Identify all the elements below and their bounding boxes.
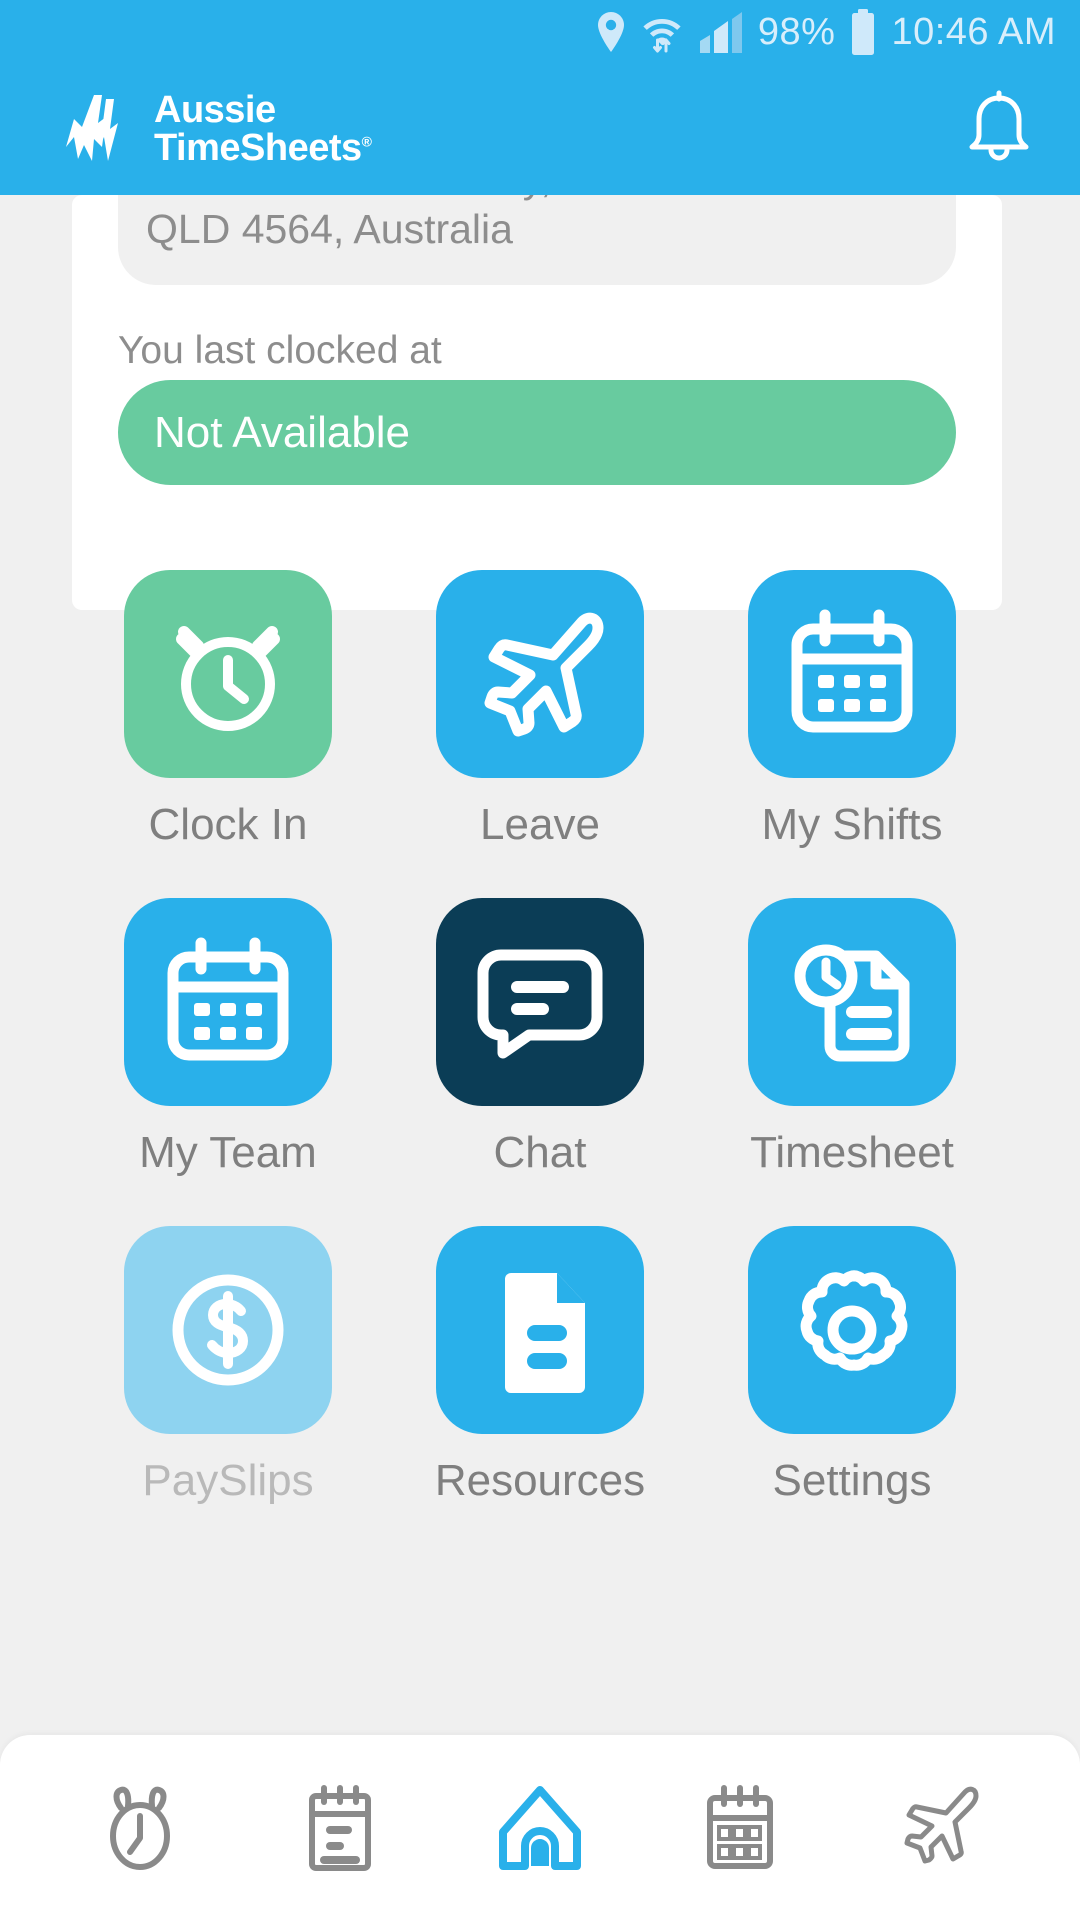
dollar-coin-icon: [161, 1263, 295, 1397]
chat-bubble-icon: [473, 935, 607, 1069]
nav-item-home[interactable]: [470, 1768, 610, 1888]
tile-label: Clock In: [148, 800, 308, 849]
tile-icon-box: [748, 1226, 956, 1434]
tile-resources[interactable]: Resources: [384, 1226, 696, 1506]
airplane-icon: [470, 604, 610, 744]
last-clocked-pill[interactable]: Not Available: [118, 380, 956, 485]
wifi-icon: [640, 10, 684, 54]
signal-bars-icon: [698, 11, 744, 53]
clock-document-icon: [784, 934, 920, 1070]
tile-label: Settings: [772, 1456, 932, 1505]
bell-icon[interactable]: [962, 90, 1036, 170]
logo-mark-icon: [58, 89, 140, 171]
tile-settings[interactable]: Settings: [696, 1226, 1008, 1506]
last-clocked-label: You last clocked at: [118, 329, 442, 372]
tile-my-team[interactable]: My Team: [72, 898, 384, 1178]
nav-item-clock[interactable]: [70, 1768, 210, 1888]
feature-grid: Clock In Leave My Shifts My Team Chat Ti…: [0, 570, 1080, 1506]
clipboard-icon: [304, 1784, 376, 1872]
alarm-clock-icon: [162, 608, 294, 740]
calendar-icon: [702, 1784, 778, 1872]
tile-icon-box: [748, 570, 956, 778]
nav-item-calendar[interactable]: [670, 1768, 810, 1888]
tile-my-shifts[interactable]: My Shifts: [696, 570, 1008, 850]
gear-icon: [784, 1262, 920, 1398]
tile-label: My Team: [139, 1128, 317, 1177]
brand-line-one: Aussie: [154, 89, 276, 132]
status-card: 3/852 David Low Way, Pacific Paradise QL…: [72, 135, 1002, 610]
clock-time-label: 10:46 AM: [891, 10, 1056, 53]
brand-trademark: ®: [361, 132, 372, 149]
tile-leave[interactable]: Leave: [384, 570, 696, 850]
tile-icon-box: [436, 898, 644, 1106]
tile-icon-box: [124, 570, 332, 778]
status-bar: 98% 10:46 AM: [0, 0, 1080, 64]
brand-line-two: TimeSheets®: [154, 126, 372, 169]
calendar-icon: [785, 607, 919, 741]
location-pin-icon: [596, 11, 626, 53]
tile-icon-box: [436, 1226, 644, 1434]
tile-label: Chat: [493, 1128, 587, 1177]
scroll-content: 3/852 David Low Way, Pacific Paradise QL…: [0, 135, 1080, 1920]
tile-chat[interactable]: Chat: [384, 898, 696, 1178]
tile-label: Leave: [480, 800, 600, 849]
tile-payslips[interactable]: PaySlips: [72, 1226, 384, 1506]
tile-icon-box: [436, 570, 644, 778]
tile-label: My Shifts: [761, 800, 943, 849]
battery-percent-label: 98%: [757, 10, 836, 53]
battery-icon: [849, 9, 877, 55]
bottom-navigation: [0, 1735, 1080, 1920]
tile-label: Resources: [434, 1456, 646, 1505]
tile-icon-box: [124, 898, 332, 1106]
brand-logo: Aussie TimeSheets®: [58, 89, 372, 171]
document-icon: [473, 1263, 607, 1397]
calendar-icon: [161, 935, 295, 1069]
tile-icon-box: [124, 1226, 332, 1434]
airplane-icon: [897, 1784, 983, 1872]
tile-label: Timesheet: [750, 1128, 954, 1177]
tile-label: PaySlips: [142, 1456, 314, 1505]
tile-icon-box: [748, 898, 956, 1106]
app-root: 98% 10:46 AM Aussie TimeSheets® QLD 4564…: [0, 0, 1080, 1920]
app-header: Aussie TimeSheets®: [0, 64, 1080, 195]
tile-timesheet[interactable]: Timesheet: [696, 898, 1008, 1178]
home-icon: [497, 1784, 583, 1872]
nav-item-leave[interactable]: [870, 1768, 1010, 1888]
last-clocked-value: Not Available: [154, 407, 411, 457]
alarm-clock-icon: [101, 1784, 179, 1872]
tile-clock-in[interactable]: Clock In: [72, 570, 384, 850]
nav-item-timesheet[interactable]: [270, 1768, 410, 1888]
